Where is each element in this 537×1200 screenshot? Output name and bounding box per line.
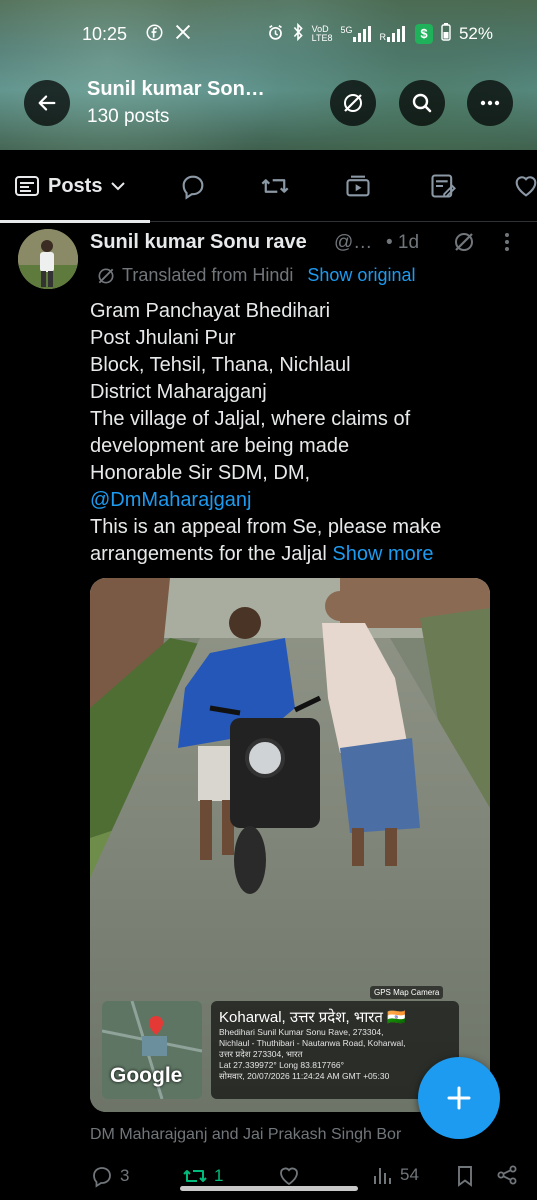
tab-media[interactable] bbox=[344, 172, 372, 200]
tab-posts[interactable]: Posts bbox=[0, 150, 150, 223]
tab-likes[interactable] bbox=[512, 172, 537, 200]
compose-button[interactable] bbox=[418, 1057, 500, 1139]
tab-replies[interactable] bbox=[179, 172, 207, 200]
show-more-link[interactable]: Show more bbox=[332, 543, 433, 565]
post-body: Gram Panchayat Bhedihari Post Jhulani Pu… bbox=[90, 298, 510, 568]
tab-reposts[interactable] bbox=[260, 172, 289, 200]
battery-icon bbox=[441, 23, 451, 45]
5g-signal-icon: 5G bbox=[340, 25, 372, 42]
gps-address-line: उत्तर प्रदेश 273304, भारत bbox=[219, 1049, 303, 1059]
post-text-line: Block, Tehsil, Thana, Nichlaul bbox=[90, 354, 351, 376]
post-text-line: Gram Panchayat Bhedihari bbox=[90, 300, 331, 322]
post-actions: 3 1 54 bbox=[0, 1160, 537, 1200]
status-time: 10:25 bbox=[82, 24, 128, 44]
more-horizontal-icon bbox=[480, 100, 500, 106]
show-original-link[interactable]: Show original bbox=[307, 265, 415, 286]
views-icon bbox=[374, 1168, 391, 1184]
repost-button[interactable]: 1 bbox=[182, 1164, 223, 1188]
dollar-app-icon: $ bbox=[414, 24, 433, 44]
search-button[interactable] bbox=[399, 80, 445, 126]
posts-icon bbox=[15, 176, 39, 196]
post-grok-button[interactable] bbox=[452, 230, 476, 259]
gps-location-title: Koharwal, उत्तर प्रदेश, भारत 🇮🇳 bbox=[219, 1009, 406, 1026]
post-more-button[interactable] bbox=[497, 230, 517, 259]
signal-r-label: R bbox=[379, 32, 386, 42]
views-count: 54 bbox=[400, 1165, 419, 1184]
chevron-down-icon bbox=[111, 182, 126, 191]
more-vertical-icon bbox=[505, 233, 509, 251]
bookmark-icon bbox=[458, 1166, 472, 1187]
status-right-icons: VoD LTE8 5G R $ 52% bbox=[267, 22, 493, 45]
active-tab-indicator bbox=[0, 220, 150, 223]
arrow-left-icon bbox=[38, 95, 56, 111]
reply-icon bbox=[93, 1167, 111, 1188]
volte-icon: VoD LTE8 bbox=[312, 25, 333, 43]
page-title: Sunil kumar Son… bbox=[87, 78, 265, 100]
reply-count: 3 bbox=[120, 1166, 130, 1185]
grok-translate-icon bbox=[98, 268, 114, 283]
profile-header: 10:25 VoD LTE8 5G R $ 52% Sunil kumar So… bbox=[0, 0, 537, 150]
grok-icon bbox=[455, 233, 473, 251]
gps-address-line: Nichlaul - Thuthibari - Nautanwa Road, K… bbox=[219, 1038, 406, 1048]
plus-icon bbox=[447, 1086, 471, 1110]
grok-button[interactable] bbox=[330, 80, 376, 126]
gps-datetime: सोमवार, 20/07/2026 11:24:24 AM GMT +05:3… bbox=[219, 1071, 390, 1081]
heart-icon bbox=[280, 1167, 298, 1186]
home-indicator[interactable] bbox=[180, 1186, 358, 1191]
post-text-line: This is an appeal from Se, please make bbox=[90, 516, 442, 538]
articles-icon bbox=[431, 174, 456, 198]
more-options-button[interactable] bbox=[467, 80, 513, 126]
post-text-line: arrangements for the Jaljal bbox=[90, 543, 327, 565]
replies-icon bbox=[182, 175, 204, 200]
media-tagged-users[interactable]: DM Maharajganj and Jai Prakash Singh Bor bbox=[90, 1126, 401, 1144]
post-timestamp: • 1d bbox=[386, 232, 420, 253]
share-icon bbox=[497, 1165, 517, 1185]
status-left-icons bbox=[146, 24, 191, 46]
media-icon bbox=[346, 175, 370, 197]
back-button[interactable] bbox=[24, 80, 70, 126]
avatar-image bbox=[18, 229, 78, 289]
translated-label: Translated from Hindi bbox=[122, 265, 294, 285]
bluetooth-icon bbox=[292, 22, 304, 45]
google-map-label: Google bbox=[110, 1064, 183, 1087]
tab-articles[interactable] bbox=[429, 172, 457, 200]
likes-icon bbox=[515, 176, 537, 197]
search-icon bbox=[412, 93, 432, 113]
post-text-last-line: arrangements for the Jaljal Show more bbox=[90, 541, 510, 568]
signal-5g-label: 5G bbox=[340, 25, 353, 35]
facebook-icon bbox=[146, 24, 163, 46]
profile-tabs: Posts bbox=[0, 150, 537, 223]
post-author-handle[interactable]: @… bbox=[334, 232, 372, 254]
status-bar: 10:25 VoD LTE8 5G R $ 52% bbox=[0, 0, 537, 68]
tab-posts-label: Posts bbox=[48, 174, 103, 197]
translation-notice: Translated from Hindi Show original bbox=[96, 265, 415, 286]
post-text-line: Honorable Sir SDM, DM, bbox=[90, 462, 311, 484]
post-count: 130 posts bbox=[87, 106, 170, 127]
post-text-line: District Maharajganj bbox=[90, 381, 267, 403]
views-button[interactable]: 54 bbox=[372, 1164, 419, 1186]
gps-coordinates: Lat 27.339972° Long 83.817766° bbox=[219, 1060, 344, 1070]
post-text-line: Post Jhulani Pur bbox=[90, 327, 236, 349]
post-text-line: development are being made bbox=[90, 435, 350, 457]
mention-link[interactable]: @DmMaharajganj bbox=[90, 487, 510, 514]
battery-percent: 52% bbox=[458, 24, 493, 43]
bookmark-button[interactable] bbox=[454, 1164, 476, 1188]
share-button[interactable] bbox=[496, 1164, 518, 1186]
avatar[interactable] bbox=[18, 229, 78, 289]
x-icon bbox=[175, 24, 191, 46]
repost-count: 1 bbox=[214, 1166, 224, 1185]
repost-icon bbox=[183, 1170, 207, 1182]
network-bottom-label: LTE8 bbox=[311, 33, 333, 43]
post-author-name[interactable]: Sunil kumar Sonu rave bbox=[90, 231, 307, 254]
alarm-icon bbox=[267, 24, 284, 45]
post-text-line: The village of Jaljal, where claims of bbox=[90, 408, 411, 430]
repost-icon bbox=[261, 179, 289, 193]
reply-button[interactable]: 3 bbox=[90, 1164, 129, 1188]
header-title-block: Sunil kumar Son… 130 posts bbox=[87, 78, 265, 128]
like-button[interactable] bbox=[277, 1164, 307, 1188]
grok-icon bbox=[344, 94, 362, 112]
signal-icon: R bbox=[379, 26, 407, 42]
gps-brand-label: GPS Map Camera bbox=[370, 986, 444, 999]
gps-address-line: Bhedihari Sunil Kumar Sonu Rave, 273304, bbox=[219, 1027, 384, 1037]
